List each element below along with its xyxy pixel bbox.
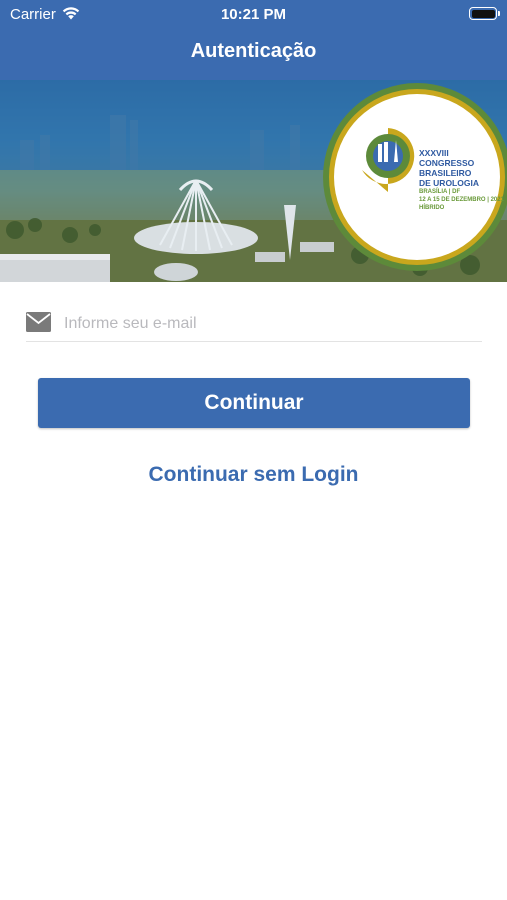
continue-without-login-button[interactable]: Continuar sem Login [0, 463, 507, 487]
congress-seal-text: XXXVIII CONGRESSO BRASILEIRO DE UROLOGIA… [419, 148, 504, 212]
email-input[interactable] [64, 310, 474, 338]
seal-line: XXXVIII [419, 148, 449, 158]
page-title: Autenticação [190, 40, 317, 62]
congress-seal-logo: XXXVIII CONGRESSO BRASILEIRO DE UROLOGIA… [323, 83, 507, 271]
seal-dates: 12 A 15 DE DEZEMBRO | 2021 [419, 197, 504, 203]
status-bar: Carrier 10:21 PM [0, 0, 507, 30]
seal-mode: HÍBRIDO [419, 205, 445, 211]
seal-line: CONGRESSO [419, 158, 475, 168]
clock: 10:21 PM [220, 6, 287, 23]
login-screen: Carrier 10:21 PM Autenticação XXXVIII CO… [0, 0, 507, 900]
envelope-icon [26, 312, 51, 332]
seal-location: BRASÍLIA | DF [419, 189, 461, 195]
email-field-row [26, 310, 482, 342]
congress-emblem-icon [362, 128, 415, 192]
event-banner: XXXVIII CONGRESSO BRASILEIRO DE UROLOGIA… [0, 80, 507, 282]
battery-icon [469, 7, 500, 20]
seal-line: DE UROLOGIA [419, 178, 479, 188]
continue-button[interactable]: Continuar [38, 378, 470, 428]
seal-line: BRASILEIRO [419, 168, 472, 178]
top-bar: Carrier 10:21 PM Autenticação [0, 0, 507, 80]
